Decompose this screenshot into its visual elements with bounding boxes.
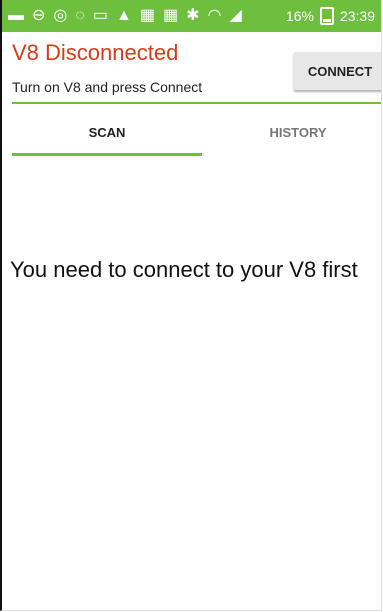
- connection-title: V8 Disconnected: [12, 40, 179, 65]
- status-time: 23:39: [339, 8, 375, 24]
- tab-bar: SCAN HISTORY: [2, 110, 381, 154]
- header-divider: [12, 102, 381, 104]
- status-bar-right: 16% 23:39: [286, 7, 381, 25]
- wifi-icon: ◠: [207, 7, 222, 24]
- battery-icon: [319, 7, 334, 25]
- do-not-disturb-icon: ⊖: [32, 7, 46, 24]
- status-bar-notification-icons: ▬ ⊖ ◎ ◌ ▭ ▲ ▦ ▦ ✱ ◠ ◢: [8, 8, 242, 24]
- connection-header: V8 Disconnected Turn on V8 and press Con…: [2, 32, 381, 102]
- bluetooth-icon: ✱: [186, 7, 200, 24]
- whatsapp-icon: ◎: [53, 7, 68, 24]
- warning-icon: ▲: [116, 7, 132, 24]
- app-frame: ▬ ⊖ ◎ ◌ ▭ ▲ ▦ ▦ ✱ ◠ ◢ 16% 23:39 V8 Disco…: [0, 0, 382, 611]
- image-icon: ▦: [162, 7, 179, 24]
- connection-subtitle: Turn on V8 and press Connect: [12, 79, 203, 95]
- battery-percent: 16%: [285, 8, 314, 24]
- active-tab-indicator: [12, 153, 202, 156]
- messenger-icon: ◌: [75, 7, 85, 24]
- message-icon: ▬: [8, 7, 24, 24]
- status-bar: ▬ ⊖ ◎ ◌ ▭ ▲ ▦ ▦ ✱ ◠ ◢ 16% 23:39: [2, 0, 381, 32]
- image-icon: ▦: [139, 7, 155, 24]
- signal-icon: ◢: [229, 7, 242, 24]
- tab-scan[interactable]: SCAN: [12, 110, 202, 154]
- tab-history[interactable]: HISTORY: [212, 110, 381, 154]
- connect-button[interactable]: CONNECT: [294, 52, 381, 90]
- gallery-icon: ▭: [92, 7, 109, 24]
- connect-first-message: You need to connect to your V8 first: [10, 257, 358, 282]
